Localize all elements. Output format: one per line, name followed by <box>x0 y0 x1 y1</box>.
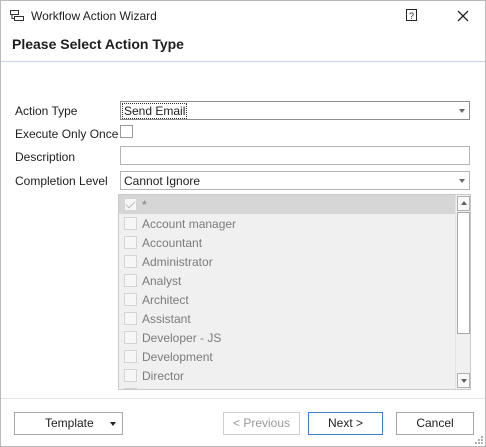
window-title: Workflow Action Wizard <box>31 9 157 23</box>
list-item-label: Account manager <box>142 217 237 231</box>
cancel-button[interactable]: Cancel <box>396 412 474 435</box>
template-button[interactable]: Template <box>14 412 123 435</box>
execute-once-label: Execute Only Once <box>15 127 119 141</box>
action-type-label: Action Type <box>15 104 78 118</box>
list-item-checkbox[interactable] <box>124 293 137 306</box>
list-item-checkbox[interactable] <box>124 198 137 211</box>
list-item[interactable]: Accountant <box>119 233 455 252</box>
list-item[interactable]: Administrator <box>119 252 455 271</box>
list-item[interactable]: Account manager <box>119 214 455 233</box>
footer-divider <box>1 398 485 399</box>
header-divider <box>1 61 485 62</box>
roles-checklist[interactable]: * Account manager Accountant Administrat… <box>118 194 471 390</box>
list-item-label: Director <box>142 369 185 383</box>
chevron-down-icon <box>459 109 465 113</box>
list-item[interactable]: Development <box>119 347 455 366</box>
list-item-label: * <box>142 198 147 212</box>
vertical-scrollbar[interactable] <box>455 195 470 389</box>
list-item[interactable]: Assistant <box>119 309 455 328</box>
list-item[interactable]: Architect <box>119 290 455 309</box>
completion-level-dropdown[interactable]: Cannot Ignore <box>120 171 470 190</box>
list-item-checkbox[interactable] <box>124 236 137 249</box>
completion-level-value: Cannot Ignore <box>124 174 201 188</box>
description-input[interactable] <box>120 146 470 165</box>
list-item-checkbox[interactable] <box>124 331 137 344</box>
list-item-checkbox[interactable] <box>124 255 137 268</box>
description-label: Description <box>15 150 76 164</box>
list-item-checkbox[interactable] <box>124 388 137 389</box>
list-item-checkbox[interactable] <box>124 350 137 363</box>
help-icon[interactable]: ? <box>405 8 419 22</box>
list-item-label: Administrator <box>142 255 213 269</box>
list-item[interactable]: Developer - JS <box>119 328 455 347</box>
wizard-window: Workflow Action Wizard ? Please Select A… <box>0 0 486 447</box>
list-item-label: Development <box>142 350 213 364</box>
template-button-label: Template <box>45 416 94 430</box>
execute-once-checkbox[interactable] <box>120 125 133 138</box>
action-type-dropdown[interactable]: Send Email <box>120 101 470 120</box>
scroll-down-icon[interactable] <box>457 373 470 388</box>
list-item-label: Accountant <box>142 236 203 250</box>
list-item-checkbox[interactable] <box>124 312 137 325</box>
list-item-label: Analyst <box>142 274 182 288</box>
list-item[interactable]: * <box>119 195 455 214</box>
list-item-label: Developer - JS <box>142 331 222 345</box>
list-item-checkbox[interactable] <box>124 274 137 287</box>
svg-text:?: ? <box>409 11 414 21</box>
workflow-icon <box>10 10 24 21</box>
completion-level-label: Completion Level <box>15 174 108 188</box>
action-type-value: Send Email <box>122 103 188 119</box>
title-bar: Workflow Action Wizard ? <box>1 1 485 31</box>
list-item[interactable]: Director <box>119 366 455 385</box>
page-title: Please Select Action Type <box>12 36 184 52</box>
close-icon[interactable] <box>456 9 470 23</box>
list-item[interactable]: Analyst <box>119 271 455 290</box>
caret-down-icon <box>110 422 116 426</box>
scroll-up-icon[interactable] <box>457 196 470 211</box>
list-item-label: Architect <box>142 293 189 307</box>
list-item[interactable] <box>119 385 455 389</box>
list-item-checkbox[interactable] <box>124 369 137 382</box>
list-item-checkbox[interactable] <box>124 217 137 230</box>
scrollbar-thumb[interactable] <box>457 212 470 334</box>
next-button[interactable]: Next > <box>308 412 383 435</box>
resize-grip-icon[interactable] <box>474 435 484 445</box>
list-item-label: Assistant <box>142 312 191 326</box>
previous-button[interactable]: < Previous <box>223 412 300 435</box>
chevron-down-icon <box>459 179 465 183</box>
